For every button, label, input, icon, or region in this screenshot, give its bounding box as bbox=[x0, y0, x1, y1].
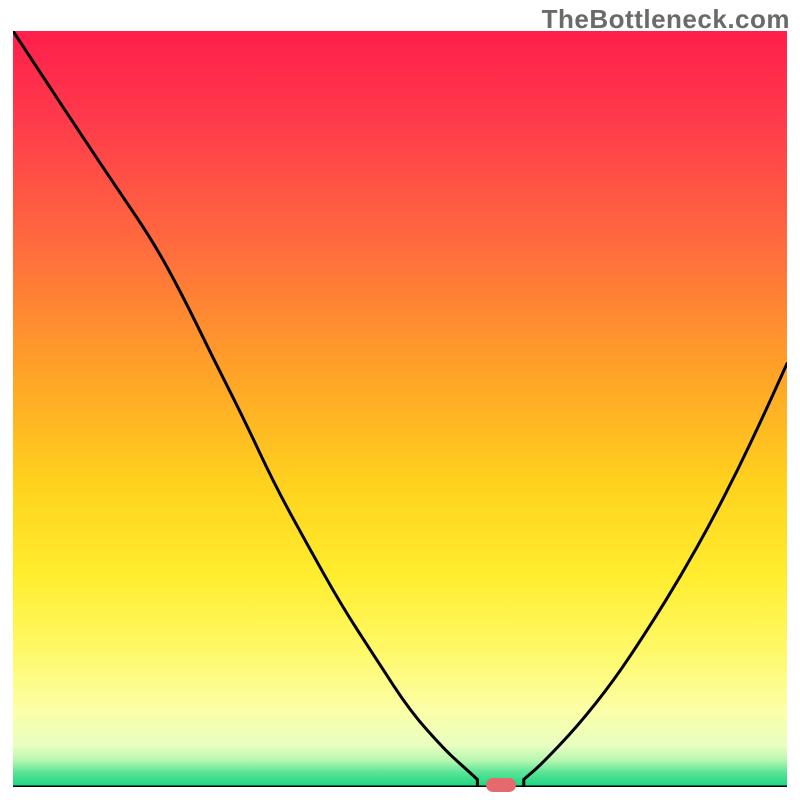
optimum-marker bbox=[486, 778, 516, 792]
bottleneck-plot bbox=[13, 31, 787, 787]
gradient-background bbox=[13, 31, 787, 787]
chart-frame: TheBottleneck.com bbox=[0, 0, 800, 800]
